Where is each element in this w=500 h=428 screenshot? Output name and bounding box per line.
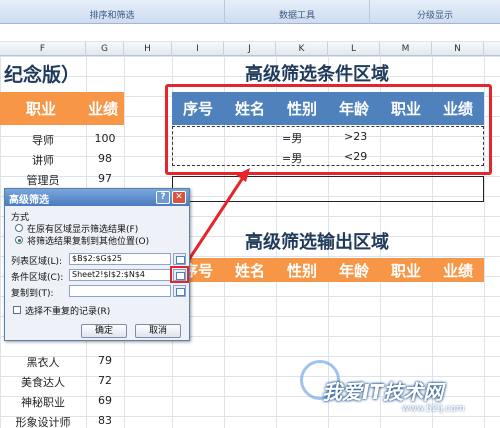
watermark-text: 我爱IT技术网: [322, 380, 444, 404]
dialog-title-bar[interactable]: 高级筛选 ? ✕: [5, 189, 189, 206]
copy-to-label: 复制到(T):: [11, 289, 54, 299]
ok-button[interactable]: 确定: [81, 324, 127, 338]
advanced-filter-dialog: 高级筛选 ? ✕ 方式 在原有区域显示筛选结果(F) 将筛选结果复制到其他位置(…: [4, 188, 190, 341]
close-icon[interactable]: ✕: [172, 191, 186, 204]
help-icon[interactable]: ?: [156, 191, 170, 204]
criteria-range-label: 条件区域(C):: [11, 273, 64, 283]
radio-copy-to[interactable]: [15, 236, 23, 244]
copy-to-input[interactable]: [69, 285, 171, 297]
list-range-input[interactable]: $B$2:$G$25: [69, 253, 171, 265]
radio-in-place[interactable]: [15, 224, 23, 232]
radio-copy-to-label[interactable]: 将筛选结果复制到其他位置(O): [27, 234, 149, 247]
criteria-range-input[interactable]: Sheet2!$I$2:$N$4: [69, 269, 171, 281]
list-range-label: 列表区域(L):: [11, 257, 63, 267]
watermark-url: www.52ij.com: [402, 404, 465, 414]
list-range-picker-icon[interactable]: [173, 253, 186, 265]
picker-highlight-box: [170, 266, 189, 283]
unique-records-checkbox[interactable]: [13, 306, 21, 314]
unique-records-label[interactable]: 选择不重复的记录(R): [25, 304, 110, 317]
copy-to-picker-icon[interactable]: [173, 285, 186, 297]
cancel-button[interactable]: 取消: [135, 324, 181, 338]
dialog-title: 高级筛选: [9, 195, 49, 206]
